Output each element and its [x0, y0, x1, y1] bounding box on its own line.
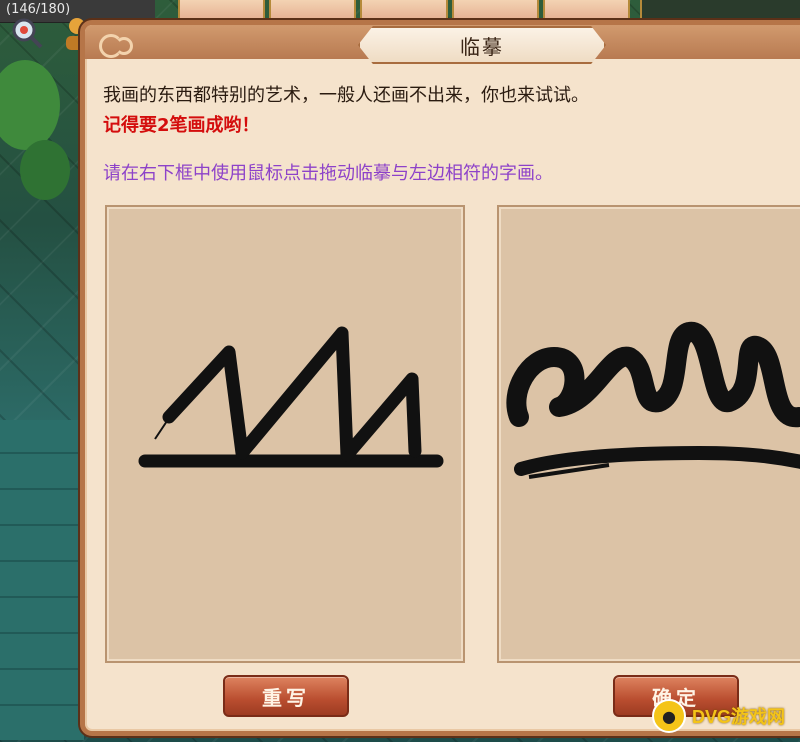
user-stroke-wave: [506, 322, 800, 428]
reference-drawing-panel: [105, 205, 465, 663]
title-plate: 临摹: [358, 26, 606, 64]
user-drawing: [506, 322, 800, 479]
search-icon[interactable]: [8, 14, 48, 54]
site-watermark: ● DVG游戏网: [652, 699, 800, 733]
reference-drawing: [138, 326, 444, 468]
reference-stroke-tail: [154, 420, 168, 440]
drawing-canvas[interactable]: [497, 205, 800, 663]
redraw-button[interactable]: 重写: [223, 675, 349, 717]
hint-text: 请在右下框中使用鼠标点击拖动临摹与左边相符的字画。: [103, 163, 553, 184]
copy-drawing-dialog: 临摹 我画的东西都特别的艺术，一般人还画不出来，你也来试试。 记得要2笔画成哟！…: [80, 20, 800, 736]
stone-wall: [0, 420, 84, 740]
instruction-text: 我画的东西都特别的艺术，一般人还画不出来，你也来试试。: [103, 85, 589, 106]
user-stroke-baseline: [514, 445, 800, 476]
gamepad-icon: ●: [652, 699, 686, 733]
foliage: [0, 60, 60, 150]
stroke-requirement-text: 记得要2笔画成哟！: [103, 115, 260, 136]
swirl-ornament-icon: [115, 37, 133, 55]
foliage: [20, 140, 70, 200]
dialog-title: 临摹: [460, 34, 504, 59]
reference-stroke-zigzag: [162, 326, 422, 462]
watermark-text: DVG游戏网: [692, 707, 786, 727]
